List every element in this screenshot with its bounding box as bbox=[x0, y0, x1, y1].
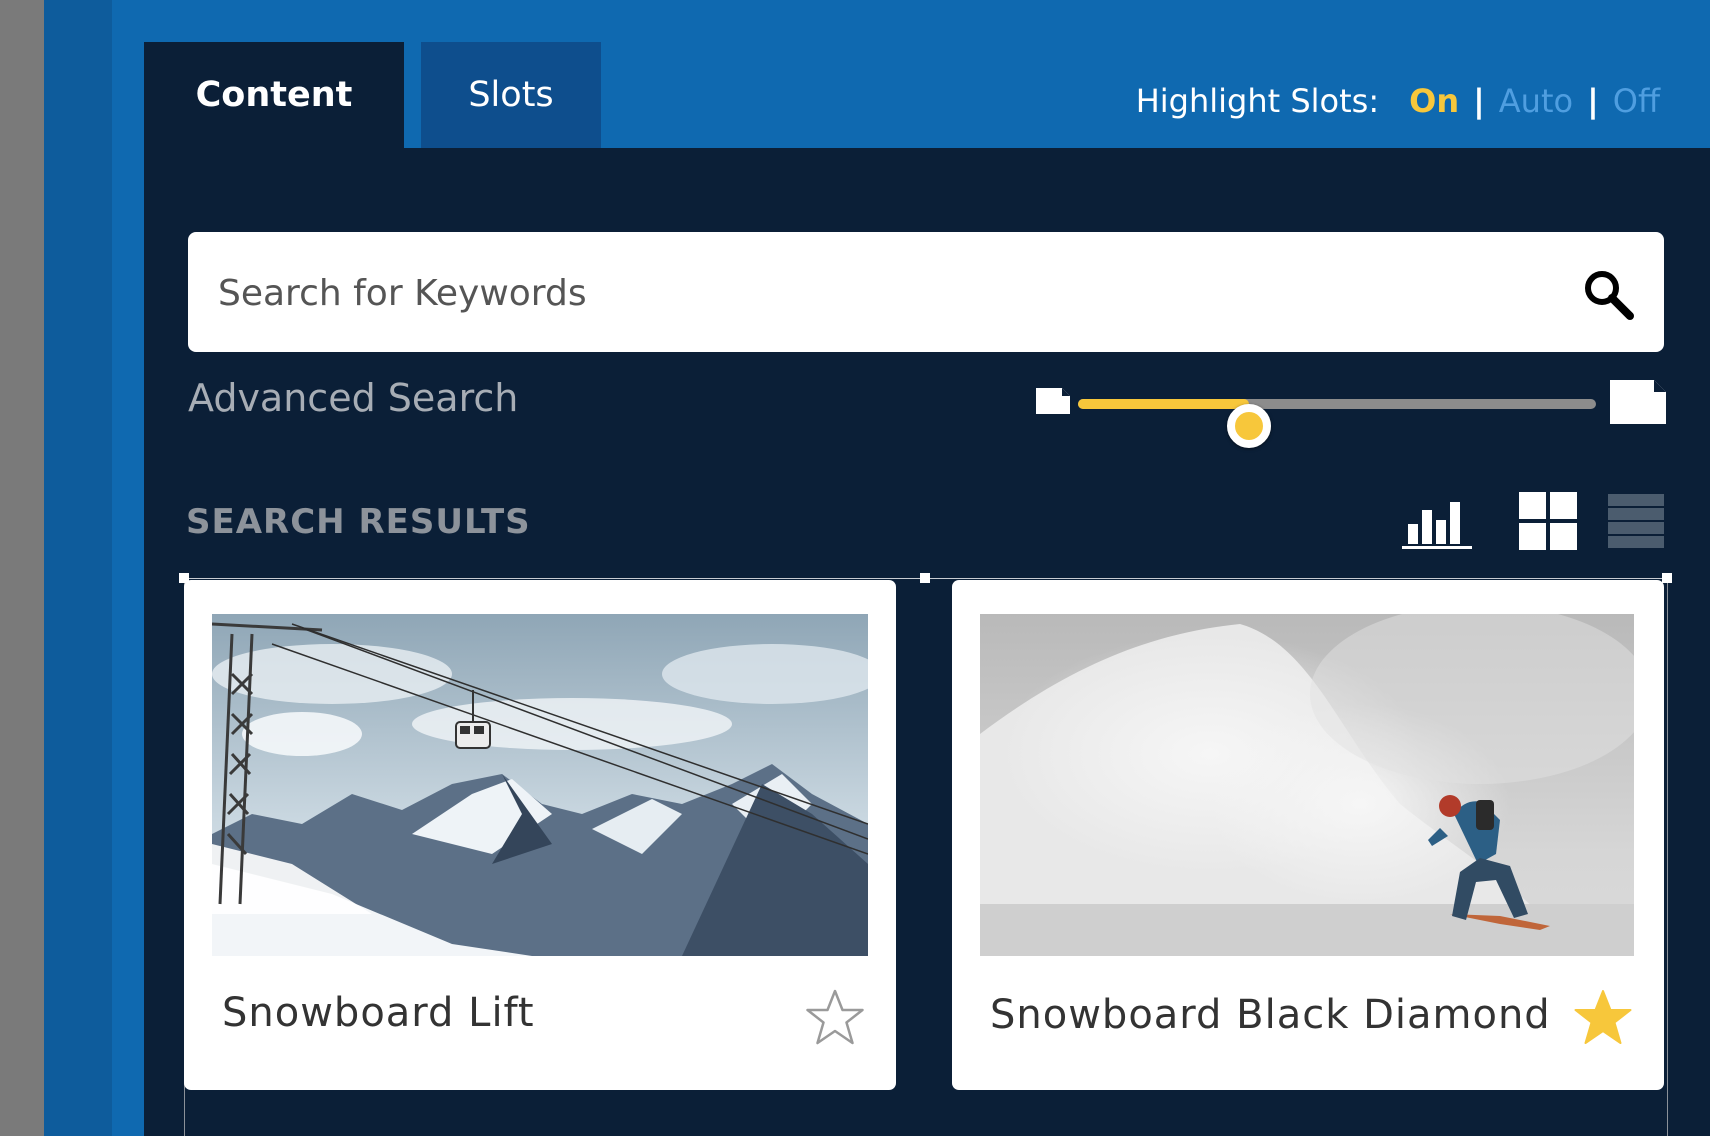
side-stripe bbox=[44, 0, 112, 1136]
list-view-icon[interactable] bbox=[1608, 492, 1664, 550]
large-size-icon bbox=[1610, 380, 1666, 424]
small-size-icon bbox=[1036, 388, 1070, 414]
selection-handle[interactable] bbox=[920, 573, 930, 583]
result-title: Snowboard Lift bbox=[222, 990, 535, 1036]
highlight-slots-label: Highlight Slots: bbox=[1135, 82, 1380, 120]
star-outline-icon[interactable] bbox=[804, 988, 866, 1050]
window-edge bbox=[0, 0, 44, 1136]
tab-slots-label: Slots bbox=[468, 75, 554, 115]
tab-content[interactable]: Content bbox=[144, 42, 404, 148]
result-card[interactable]: Snowboard Black Diamond bbox=[952, 580, 1664, 1090]
slider-fill bbox=[1078, 399, 1249, 409]
chart-view-icon[interactable] bbox=[1402, 492, 1474, 552]
tab-content-label: Content bbox=[195, 75, 353, 115]
tab-slots[interactable]: Slots bbox=[421, 42, 601, 148]
separator: | bbox=[1587, 82, 1599, 120]
size-slider[interactable] bbox=[1036, 380, 1666, 448]
selection-border bbox=[1667, 578, 1668, 1136]
result-image bbox=[212, 614, 868, 956]
highlight-option-on[interactable]: On bbox=[1409, 82, 1459, 120]
result-title: Snowboard Black Diamond bbox=[990, 992, 1551, 1038]
result-image bbox=[980, 614, 1634, 956]
slider-track[interactable] bbox=[1078, 399, 1596, 448]
search-input[interactable] bbox=[216, 252, 1560, 334]
search-results-heading: SEARCH RESULTS bbox=[186, 502, 531, 542]
selection-handle[interactable] bbox=[1662, 573, 1672, 583]
grid-view-icon[interactable] bbox=[1519, 492, 1577, 550]
star-filled-icon[interactable] bbox=[1572, 988, 1634, 1050]
search-box bbox=[188, 232, 1664, 352]
search-icon[interactable] bbox=[1582, 268, 1634, 320]
separator: | bbox=[1473, 82, 1485, 120]
advanced-search-link[interactable]: Advanced Search bbox=[188, 376, 518, 420]
result-card[interactable]: Snowboard Lift bbox=[184, 580, 896, 1090]
highlight-option-auto[interactable]: Auto bbox=[1499, 82, 1573, 120]
highlight-slots-control: Highlight Slots: On | Auto | Off bbox=[1136, 82, 1660, 120]
highlight-option-off[interactable]: Off bbox=[1613, 82, 1660, 120]
slider-thumb[interactable] bbox=[1226, 404, 1271, 448]
